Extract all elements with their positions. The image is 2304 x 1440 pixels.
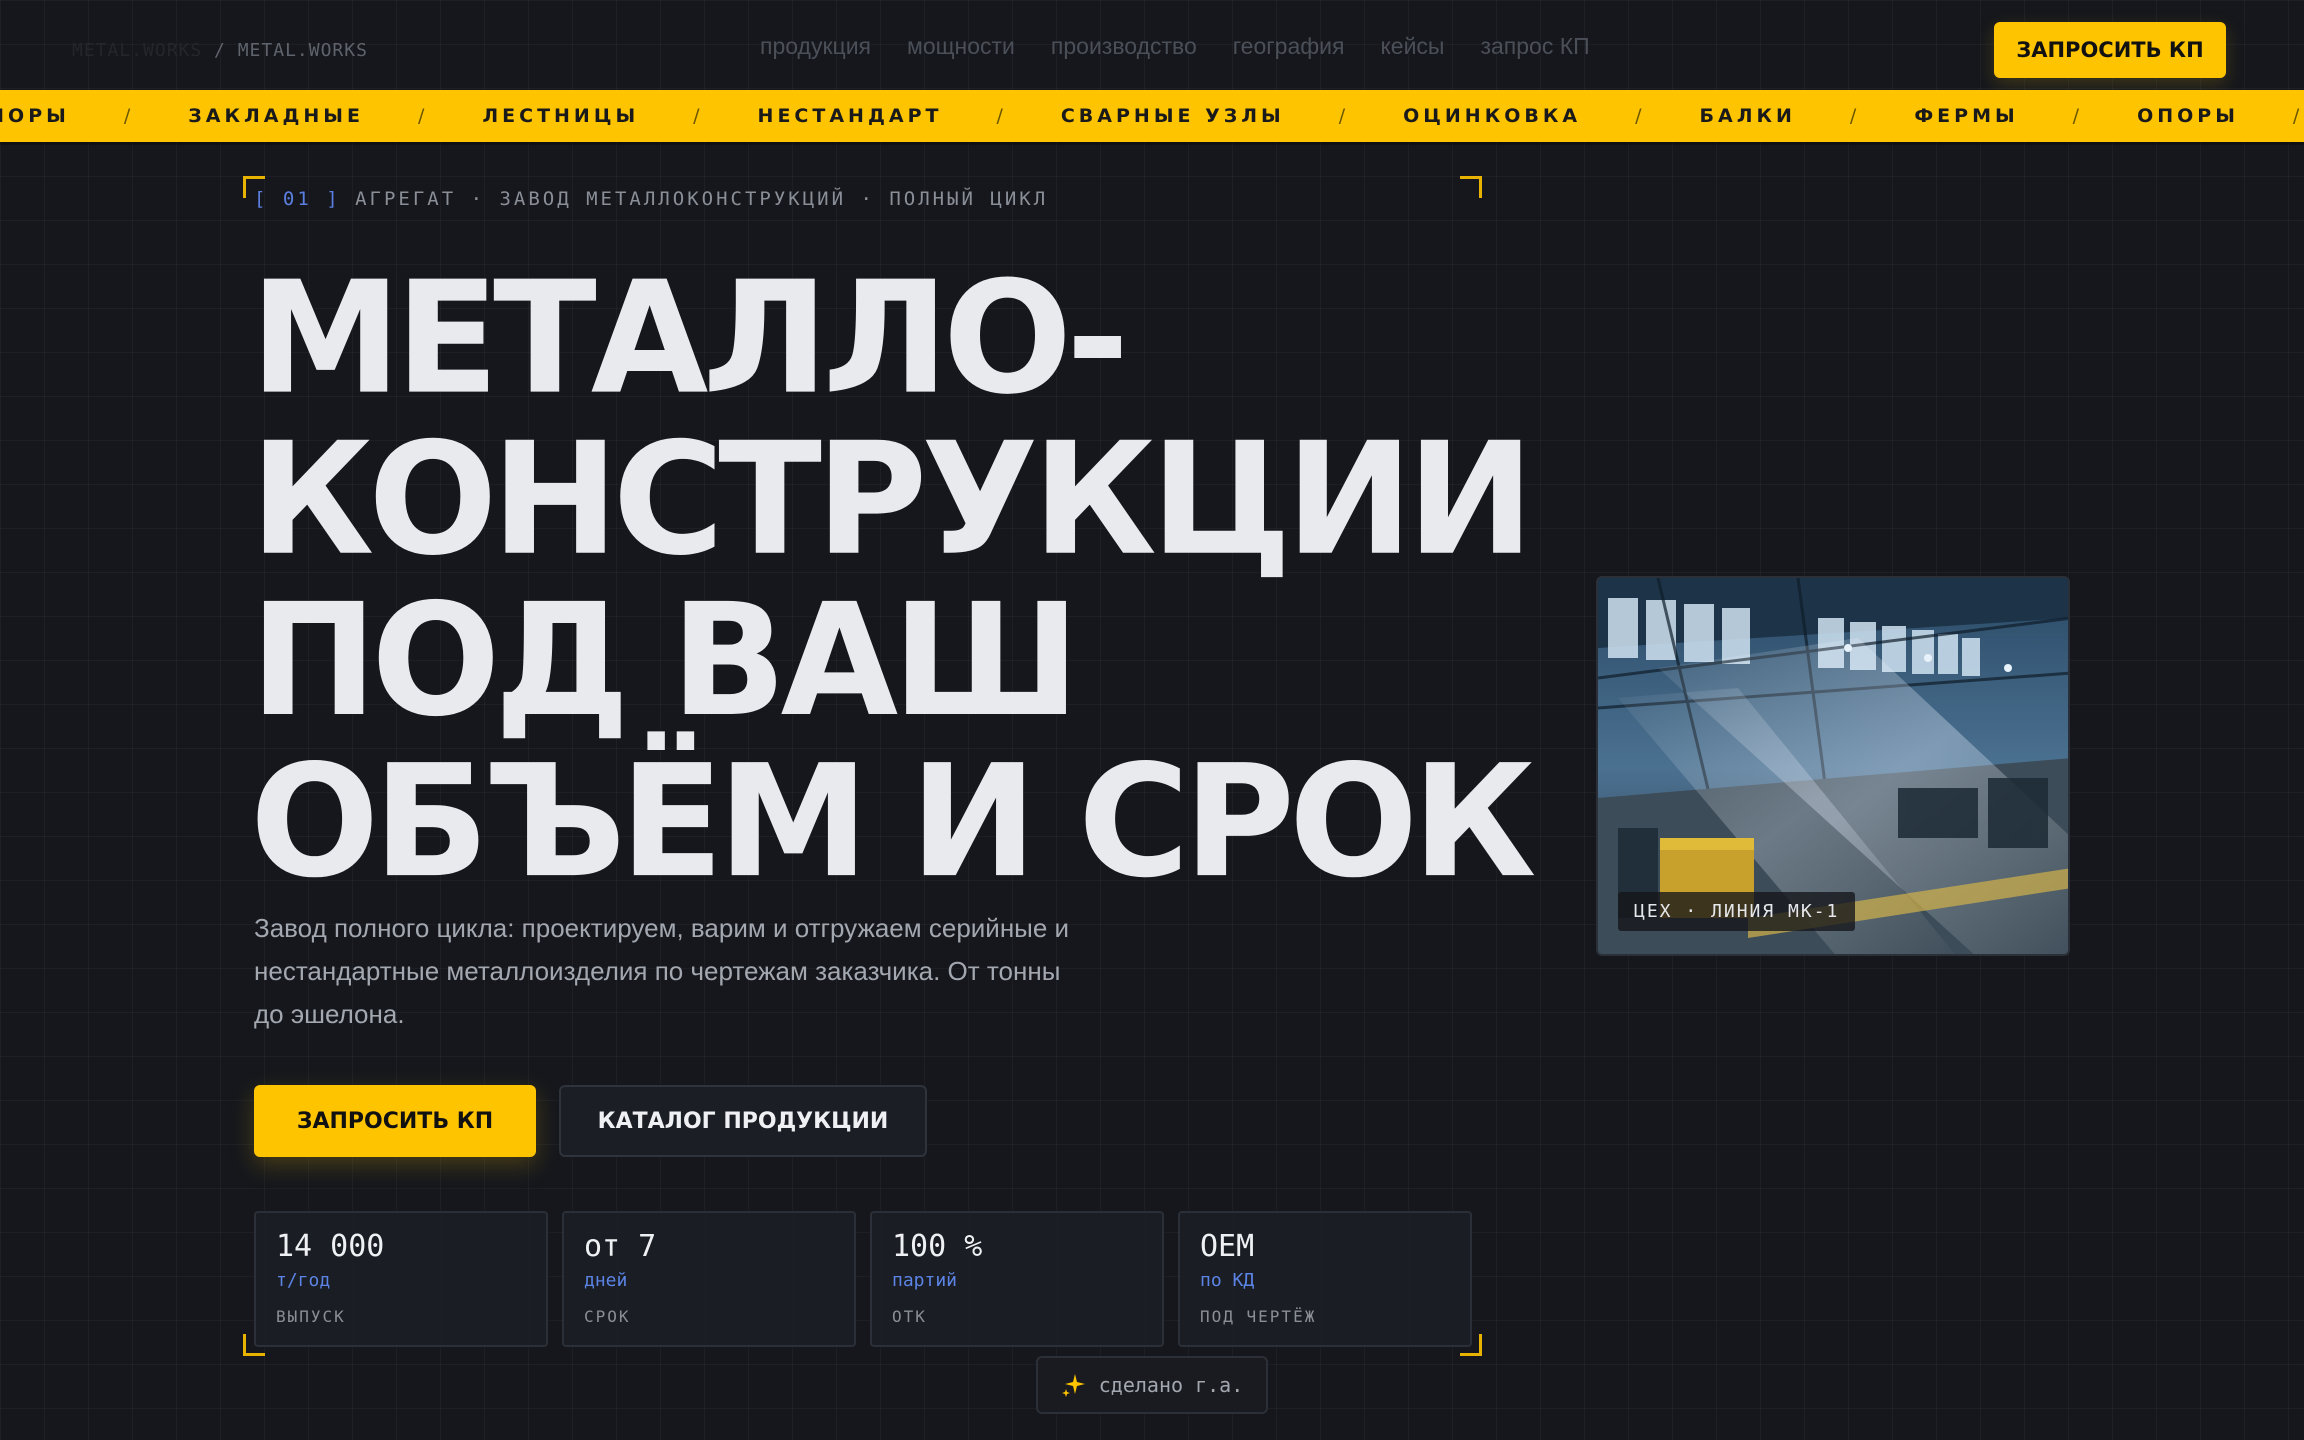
ticker-separator: /	[1635, 105, 1646, 127]
stat-value: OEM	[1200, 1229, 1255, 1264]
main-nav: продукция мощности производство географи…	[760, 33, 1590, 60]
ticker-item: ЗАКЛАДНЫЕ	[188, 105, 364, 127]
ticker-item: БАЛКИ	[1699, 105, 1796, 127]
nav-link-production[interactable]: производство	[1051, 33, 1197, 60]
stat-unit: т/год	[276, 1270, 331, 1291]
site-header: METAL.WORKS / METAL.WORKS продукция мощн…	[0, 0, 2304, 90]
stat-card-qc: 100 % партий ОТК	[870, 1211, 1164, 1347]
hero-description: Завод полного цикла: проектируем, варим …	[254, 913, 1070, 1029]
product-catalog-button[interactable]: КАТАЛОГ ПРОДУКЦИИ	[559, 1085, 927, 1157]
stat-label: ПОД ЧЕРТЁЖ	[1200, 1307, 1317, 1326]
stat-card-oem: OEM по КД ПОД ЧЕРТЁЖ	[1178, 1211, 1472, 1347]
stat-value: 14 000	[276, 1229, 385, 1264]
photo-caption: ЦЕХ · ЛИНИЯ МК-1	[1618, 892, 1856, 931]
nav-link-cases[interactable]: кейсы	[1380, 33, 1444, 60]
made-by-text: сделано г.а.	[1098, 1373, 1244, 1397]
ticker-separator: /	[417, 105, 429, 127]
ticker-separator: /	[2292, 105, 2304, 127]
product-ticker: ОПОРЫ / ЗАКЛАДНЫЕ / ЛЕСТНИЦЫ / НЕСТАНДАРТ / СВАР…	[0, 90, 2304, 142]
stat-card-output: 14 000 т/год ВЫПУСК	[254, 1211, 548, 1347]
hero-title-line: ПОД ВАШ	[250, 570, 1080, 751]
stat-value: от 7	[584, 1229, 657, 1264]
hero-title-line: МЕТАЛЛО-	[250, 247, 1129, 429]
ticker-separator: /	[1338, 105, 1350, 127]
ticker-separator: /	[693, 105, 704, 127]
hero-title-line: ОБЪЁМ И СРОК	[250, 731, 1536, 912]
ticker-item: ФЕРМЫ	[1914, 105, 2019, 127]
hero-title-line: КОНСТРУКЦИИ	[250, 408, 1534, 590]
ticker-item: ЛЕСТНИЦЫ	[482, 105, 640, 127]
ticker-separator: /	[2072, 105, 2084, 127]
ticker-separator: /	[996, 105, 1007, 127]
ticker-item: ОЦИНКОВКА	[1403, 105, 1582, 127]
hero-title: МЕТАЛЛО- КОНСТРУКЦИИ ПОД ВАШ ОБЪЁМ И СРО…	[250, 247, 1536, 912]
section-index: [ 01 ]	[254, 188, 341, 210]
made-by-badge[interactable]: сделано г.а.	[1036, 1356, 1268, 1414]
ticker-item: НЕСТАНДАРТ	[757, 105, 943, 127]
ticker-item: ОПОРЫ	[2137, 105, 2239, 127]
nav-link-geography[interactable]: география	[1233, 33, 1345, 60]
ticker-item: СВАРНЫЕ УЗЛЫ	[1060, 105, 1285, 127]
frame-corner-top-right	[1460, 176, 1482, 198]
ticker-track: ОПОРЫ / ЗАКЛАДНЫЕ / ЛЕСТНИЦЫ / НЕСТАНДАРТ / СВАР…	[0, 90, 2304, 142]
logo[interactable]: METAL.WORKS / METAL.WORKS	[72, 40, 368, 61]
nav-link-capacity[interactable]: мощности	[907, 33, 1015, 60]
stat-label: ОТК	[892, 1307, 927, 1326]
stat-unit: дней	[584, 1270, 628, 1291]
stat-label: ВЫПУСК	[276, 1307, 346, 1326]
stat-label: СРОК	[584, 1307, 631, 1326]
stat-value: 100 %	[892, 1229, 983, 1264]
hero-eyebrow: [ 01 ] АГРЕГАТ · ЗАВОД МЕТАЛЛОКОНСТРУКЦИ…	[254, 188, 1048, 210]
stat-card-lead-time: от 7 дней СРОК	[562, 1211, 856, 1347]
ticker-separator: /	[123, 105, 135, 127]
header-request-quote-button[interactable]: ЗАПРОСИТЬ КП	[1994, 22, 2226, 78]
workshop-photo: ЦЕХ · ЛИНИЯ МК-1	[1596, 576, 2070, 956]
stat-unit: партий	[892, 1270, 958, 1291]
nav-link-quote[interactable]: запрос КП	[1480, 33, 1589, 60]
stat-unit: по КД	[1200, 1270, 1255, 1291]
ticker-item: ОПОРЫ	[0, 105, 70, 127]
request-quote-button[interactable]: ЗАПРОСИТЬ КП	[254, 1085, 536, 1157]
sparkle-icon	[1061, 1374, 1085, 1397]
ticker-separator: /	[1849, 105, 1861, 127]
eyebrow-text: АГРЕГАТ · ЗАВОД МЕТАЛЛОКОНСТРУКЦИЙ · ПОЛ…	[355, 188, 1049, 210]
nav-link-products[interactable]: продукция	[760, 33, 871, 60]
